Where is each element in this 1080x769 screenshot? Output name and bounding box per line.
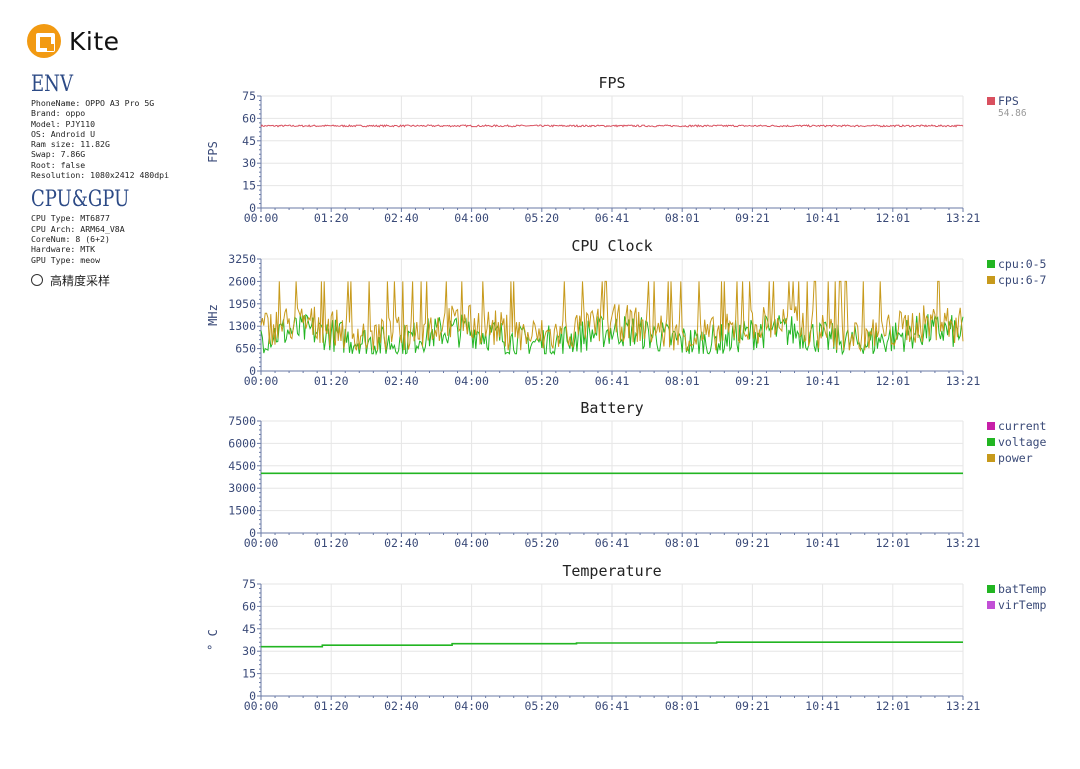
y-tick-label: 60 xyxy=(242,111,256,125)
x-tick-label: 08:01 xyxy=(665,536,700,550)
y-tick-label: 0 xyxy=(249,201,256,215)
x-tick-label: 05:20 xyxy=(524,211,559,225)
x-tick-label: 04:00 xyxy=(454,536,489,550)
charts-canvas: FPS00:00 01:20 02:40 04:00 05:20 06:41 08:01 09… xyxy=(206,74,1047,713)
x-tick-label: 08:01 xyxy=(665,211,700,225)
y-tick-label: 3000 xyxy=(228,481,256,495)
chart-title: FPS xyxy=(598,74,625,92)
x-tick-label: 06:41 xyxy=(595,699,630,713)
y-tick-label: 4500 xyxy=(228,459,256,473)
x-tick-label: 10:41 xyxy=(805,211,840,225)
legend-label: FPS xyxy=(998,94,1019,108)
y-axis-label: FPS xyxy=(206,141,220,163)
x-tick-label: 01:20 xyxy=(314,211,349,225)
legend-label: cpu:0-5 xyxy=(998,257,1046,271)
x-tick-label: 12:01 xyxy=(875,374,910,388)
y-tick-label: 30 xyxy=(242,644,256,658)
legend-swatch xyxy=(987,422,995,430)
x-tick-label: 10:41 xyxy=(805,699,840,713)
x-tick-label: 13:21 xyxy=(946,699,981,713)
x-tick-label: 02:40 xyxy=(384,699,419,713)
y-tick-label: 30 xyxy=(242,156,256,170)
y-tick-label: 1950 xyxy=(228,297,256,311)
x-tick-label: 01:20 xyxy=(314,699,349,713)
chart-title: Temperature xyxy=(562,562,661,580)
x-tick-label: 10:41 xyxy=(805,374,840,388)
y-tick-label: 15 xyxy=(242,179,256,193)
x-tick-label: 04:00 xyxy=(454,211,489,225)
legend-label: virTemp xyxy=(998,598,1047,612)
x-tick-label: 13:21 xyxy=(946,536,981,550)
x-tick-label: 02:40 xyxy=(384,211,419,225)
y-tick-label: 650 xyxy=(235,342,256,356)
x-tick-label: 09:21 xyxy=(735,699,770,713)
y-axis-label: ° C xyxy=(206,629,220,651)
legend-value: 54.86 xyxy=(998,108,1027,119)
y-tick-label: 2600 xyxy=(228,274,256,288)
x-tick-label: 02:40 xyxy=(384,536,419,550)
legend-swatch xyxy=(987,454,995,462)
x-tick-label: 08:01 xyxy=(665,374,700,388)
legend-swatch xyxy=(987,438,995,446)
x-tick-label: 05:20 xyxy=(524,536,559,550)
y-tick-label: 15 xyxy=(242,667,256,681)
y-tick-label: 45 xyxy=(242,622,256,636)
x-tick-label: 01:20 xyxy=(314,536,349,550)
legend-label: voltage xyxy=(998,435,1047,449)
y-tick-label: 75 xyxy=(242,577,256,591)
y-tick-label: 0 xyxy=(249,364,256,378)
legend-swatch xyxy=(987,276,995,284)
x-tick-label: 02:40 xyxy=(384,374,419,388)
x-tick-label: 13:21 xyxy=(946,211,981,225)
x-tick-label: 12:01 xyxy=(875,536,910,550)
x-tick-label: 01:20 xyxy=(314,374,349,388)
legend-label: batTemp xyxy=(998,582,1047,596)
legend-label: power xyxy=(998,451,1033,465)
y-tick-label: 60 xyxy=(242,599,256,613)
y-tick-label: 6000 xyxy=(228,436,256,450)
x-tick-label: 05:20 xyxy=(524,699,559,713)
x-tick-label: 06:41 xyxy=(595,374,630,388)
x-tick-label: 09:21 xyxy=(735,374,770,388)
x-tick-label: 04:00 xyxy=(454,699,489,713)
x-tick-label: 10:41 xyxy=(805,536,840,550)
legend-label: current xyxy=(998,419,1046,433)
x-tick-label: 05:20 xyxy=(524,374,559,388)
x-tick-label: 09:21 xyxy=(735,211,770,225)
x-tick-label: 06:41 xyxy=(595,211,630,225)
y-tick-label: 0 xyxy=(249,689,256,703)
y-tick-label: 1300 xyxy=(228,319,256,333)
legend-label: cpu:6-7 xyxy=(998,273,1047,287)
y-tick-label: 7500 xyxy=(228,414,256,428)
chart-title: Battery xyxy=(580,399,643,417)
y-tick-label: 45 xyxy=(242,134,256,148)
x-tick-label: 09:21 xyxy=(735,536,770,550)
y-tick-label: 3250 xyxy=(228,252,256,266)
legend-swatch xyxy=(987,601,995,609)
x-tick-label: 12:01 xyxy=(875,211,910,225)
x-tick-label: 08:01 xyxy=(665,699,700,713)
y-tick-label: 1500 xyxy=(228,504,256,518)
y-axis-label: MHz xyxy=(206,304,220,326)
x-tick-label: 04:00 xyxy=(454,374,489,388)
y-tick-label: 75 xyxy=(242,89,256,103)
x-tick-label: 13:21 xyxy=(946,374,981,388)
x-tick-label: 06:41 xyxy=(595,536,630,550)
legend-swatch xyxy=(987,260,995,268)
x-tick-label: 12:01 xyxy=(875,699,910,713)
y-tick-label: 0 xyxy=(249,526,256,540)
legend-swatch xyxy=(987,97,995,105)
legend-swatch xyxy=(987,585,995,593)
chart-title: CPU Clock xyxy=(571,237,652,255)
